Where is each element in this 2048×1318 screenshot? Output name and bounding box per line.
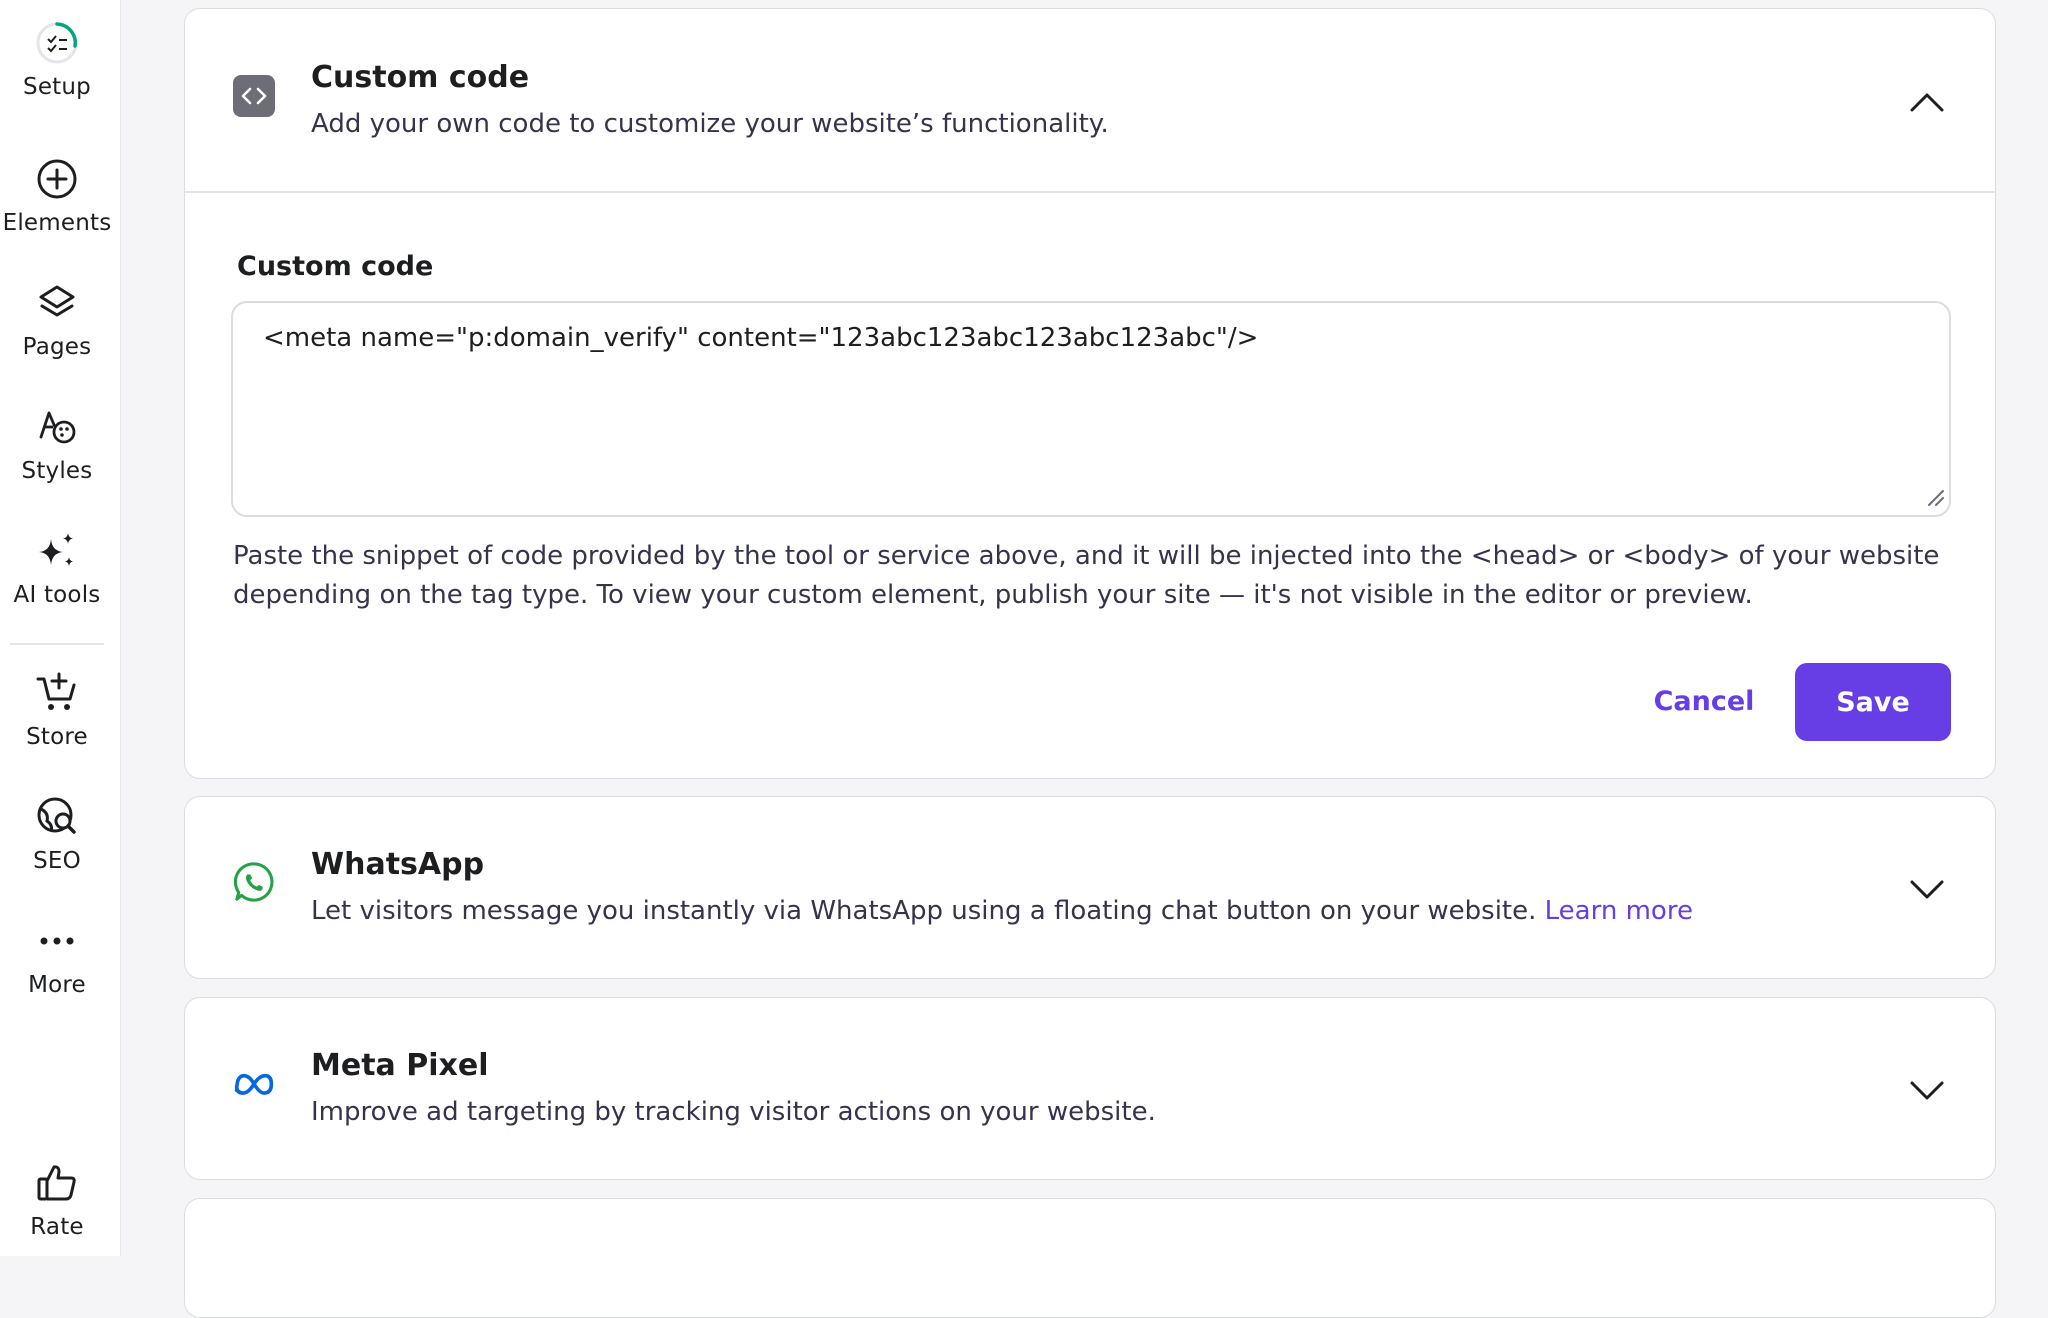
next-integration-card[interactable] <box>184 1198 1996 1318</box>
chevron-down-icon[interactable] <box>1907 869 1947 909</box>
sidebar-item-label: Store <box>26 724 88 750</box>
sidebar-item-ai-tools[interactable]: AI tools <box>0 528 114 608</box>
sidebar-item-label: More <box>28 972 86 998</box>
sidebar-item-label: SEO <box>33 848 81 874</box>
meta-pixel-card[interactable]: Meta Pixel Improve ad targeting by track… <box>184 997 1996 1180</box>
code-icon <box>233 75 275 117</box>
layers-icon <box>34 280 80 326</box>
learn-more-link[interactable]: Learn more <box>1545 896 1693 926</box>
sidebar-item-label: Pages <box>22 334 92 360</box>
meta-pixel-description: Improve ad targeting by tracking visitor… <box>311 1097 1156 1127</box>
custom-code-help-text: Paste the snippet of code provided by th… <box>233 541 1940 610</box>
cart-icon <box>34 670 80 716</box>
sidebar-item-label: Elements <box>2 210 112 236</box>
thumbs-up-icon <box>34 1160 80 1206</box>
chevron-up-icon[interactable] <box>1907 83 1947 123</box>
whatsapp-card[interactable]: WhatsApp Let visitors message you instan… <box>184 796 1996 979</box>
sidebar-item-label: Rate <box>30 1214 84 1240</box>
sidebar-item-label: Styles <box>21 458 93 484</box>
custom-code-header[interactable]: Custom code Add your own code to customi… <box>185 9 1995 191</box>
sidebar-item-styles[interactable]: Styles <box>0 404 114 484</box>
sidebar-item-label: Setup <box>23 74 91 100</box>
sidebar-item-more[interactable]: More <box>0 918 114 998</box>
save-button[interactable]: Save <box>1795 663 1951 741</box>
custom-code-textarea[interactable] <box>231 301 1951 517</box>
setup-progress-icon <box>34 20 80 66</box>
header-divider <box>185 191 1995 193</box>
custom-code-description: Add your own code to customize your webs… <box>311 109 1109 139</box>
sidebar-item-rate[interactable]: Rate <box>0 1160 114 1240</box>
whatsapp-title: WhatsApp <box>311 847 485 882</box>
whatsapp-description: Let visitors message you instantly via W… <box>311 896 1693 926</box>
meta-logo-icon <box>233 1062 275 1104</box>
sidebar-item-seo[interactable]: SEO <box>0 794 114 874</box>
sidebar-item-pages[interactable]: Pages <box>0 280 114 360</box>
whatsapp-icon <box>233 861 275 903</box>
sidebar-item-store[interactable]: Store <box>0 670 114 750</box>
chevron-down-icon[interactable] <box>1907 1070 1947 1110</box>
sidebar-item-setup[interactable]: Setup <box>0 20 114 100</box>
resize-handle-icon[interactable] <box>1925 487 1945 507</box>
globe-search-icon <box>34 794 80 840</box>
sidebar: Setup Elements Pages Styles AI tools Sto… <box>0 0 121 1256</box>
custom-code-card: Custom code Add your own code to customi… <box>184 8 1996 779</box>
plus-circle-icon <box>34 156 80 202</box>
sparkles-icon <box>34 528 80 574</box>
sidebar-item-label: AI tools <box>13 582 101 608</box>
sidebar-divider <box>10 643 104 645</box>
more-dots-icon <box>34 918 80 964</box>
sidebar-item-elements[interactable]: Elements <box>0 156 114 236</box>
custom-code-field-label: Custom code <box>237 251 434 282</box>
cancel-button[interactable]: Cancel <box>1617 663 1791 739</box>
whatsapp-description-text: Let visitors message you instantly via W… <box>311 896 1537 926</box>
palette-icon <box>34 404 80 450</box>
custom-code-title: Custom code <box>311 60 530 95</box>
meta-pixel-title: Meta Pixel <box>311 1048 489 1083</box>
